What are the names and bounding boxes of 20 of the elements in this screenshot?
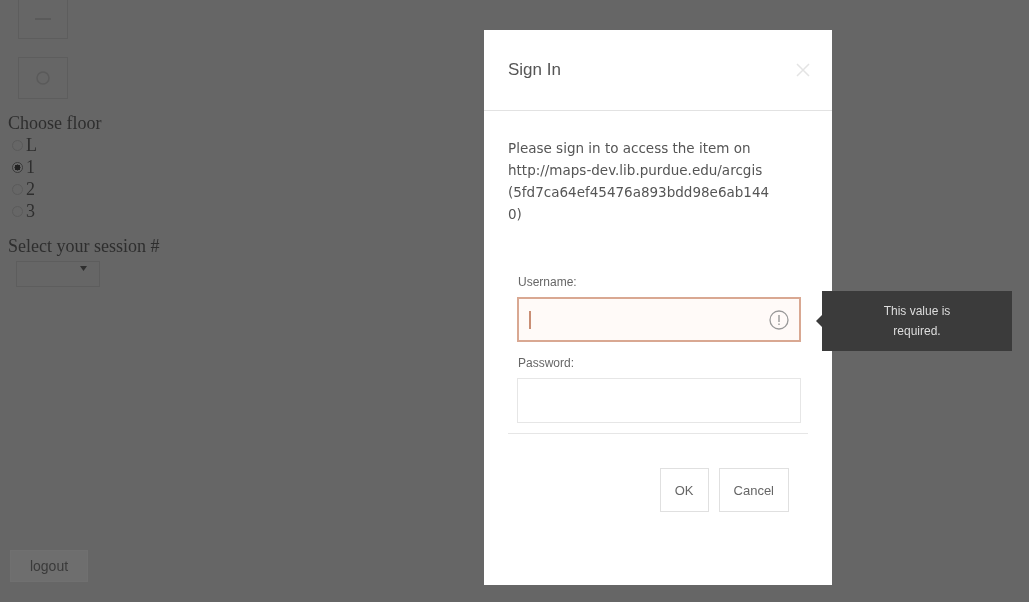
ok-button[interactable]: OK (659, 468, 709, 512)
floor-label: L (26, 134, 37, 156)
session-label: Select your session # (8, 236, 161, 257)
floor-label: 1 (26, 156, 35, 178)
close-icon[interactable] (796, 63, 810, 77)
dialog-title: Sign In (508, 60, 561, 80)
password-field[interactable] (517, 378, 801, 423)
floor-label: 2 (26, 178, 35, 200)
session-select[interactable] (16, 261, 100, 287)
username-label: Username: (518, 275, 578, 289)
cancel-button[interactable]: Cancel (718, 468, 789, 512)
warning-icon (769, 309, 789, 330)
sign-in-message: Please sign in to access the item on http://maps-dev.lib.purdue.edu/arcgis (5fd7ca64ef45476a893bdd98e6ab1440) (508, 139, 771, 224)
tooltip-text: This value is required. (882, 303, 952, 340)
password-label: Password: (518, 356, 576, 370)
text-cursor (529, 310, 531, 329)
floor-radio[interactable] (12, 161, 23, 173)
caret-icon (80, 266, 87, 271)
floor-label: 3 (26, 200, 35, 222)
floor-heading: Choose floor (8, 113, 103, 134)
